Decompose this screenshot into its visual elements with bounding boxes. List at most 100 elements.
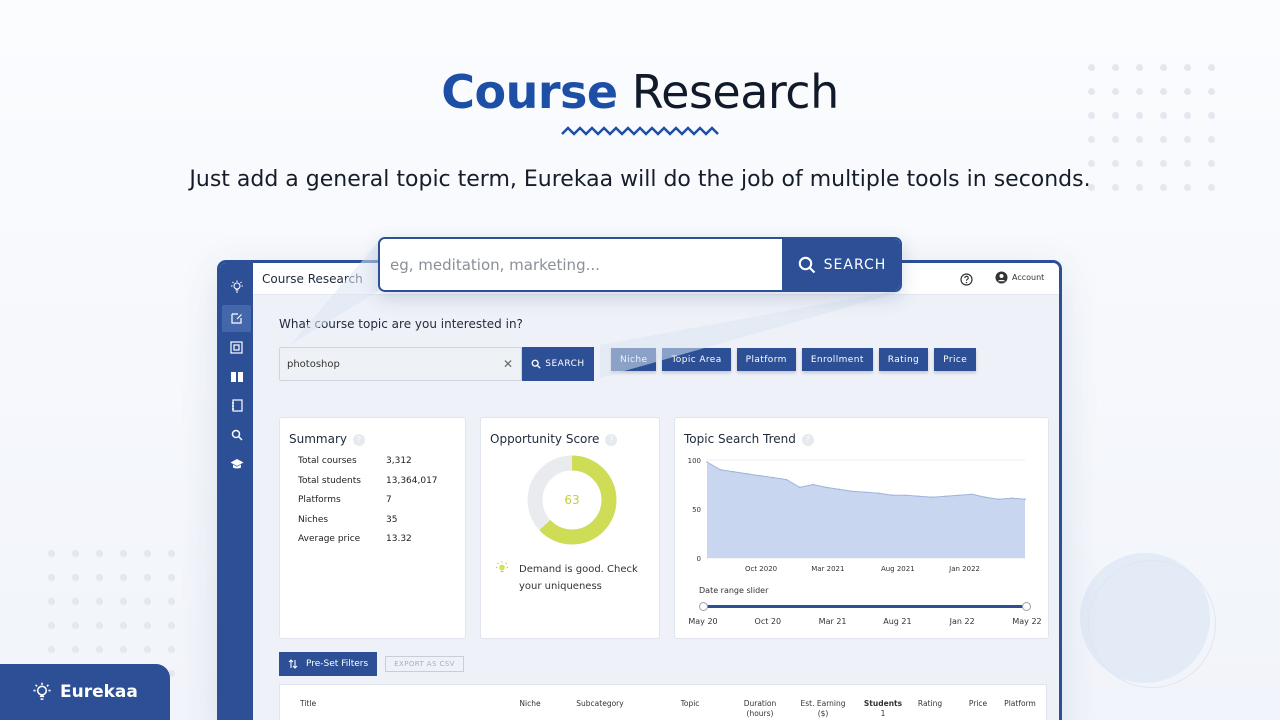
table-header-sublabel: 1	[880, 709, 886, 718]
table-header-sublabel: (hours)	[746, 709, 774, 718]
topic-search-input[interactable]: photoshop ✕	[279, 347, 522, 381]
trend-point	[878, 492, 881, 495]
help-icon[interactable]	[960, 271, 973, 290]
hero-title-rest: Research	[631, 65, 840, 119]
slider-tick-label: May 22	[1012, 617, 1042, 626]
filter-chip-price[interactable]: Price	[934, 348, 977, 371]
topic-search-value: photoshop	[287, 359, 340, 370]
filter-chip-platform[interactable]: Platform	[736, 348, 796, 371]
table-header[interactable]: Duration (hours)	[730, 699, 790, 719]
summary-value: 3,312	[386, 456, 412, 466]
slider-tick-label: Mar 21	[818, 617, 847, 626]
notebook-icon[interactable]	[222, 392, 251, 419]
filter-chip-topic-area[interactable]: Topic Area	[662, 348, 731, 371]
trend-point	[931, 496, 934, 498]
opportunity-card: Opportunity Score? 63 Demand is good. Ch…	[480, 417, 660, 639]
edit-icon[interactable]	[222, 305, 251, 332]
table-header-label: Subcategory	[576, 699, 624, 708]
y-tick-label: 100	[688, 457, 701, 465]
brand-badge: Eurekaa	[0, 664, 170, 720]
account-menu[interactable]: Account	[995, 271, 1044, 284]
x-tick-label: Jan 2022	[948, 565, 980, 573]
account-label: Account	[1012, 273, 1045, 282]
trend-area	[707, 462, 1025, 558]
book-open-icon[interactable]	[222, 363, 251, 390]
filter-chip-niche[interactable]: Niche	[611, 348, 657, 371]
opportunity-title: Opportunity Score?	[490, 432, 618, 446]
trend-point	[971, 493, 973, 496]
preset-filters-label: Pre-Set Filters	[306, 659, 369, 669]
trend-point	[865, 491, 867, 494]
squiggle-underline	[561, 126, 719, 136]
x-tick-label: Aug 2021	[881, 565, 915, 573]
slider-tick-label: May 20	[688, 617, 718, 626]
slider-tick-label: Oct 20	[754, 617, 782, 626]
hero-search-button[interactable]: SEARCH	[782, 239, 900, 290]
table-header[interactable]: Est. Earning ($)	[793, 699, 853, 719]
trend-point	[905, 494, 907, 497]
clear-icon[interactable]: ✕	[503, 357, 513, 371]
summary-label: Total students	[298, 475, 361, 486]
page-title: Course Research	[262, 272, 363, 286]
preset-filters-button[interactable]: Pre-Set Filters	[279, 652, 378, 676]
table-header-label: Est. Earning	[800, 699, 846, 708]
filter-chip-enrollment[interactable]: Enrollment	[801, 348, 873, 371]
help-icon[interactable]: ?	[353, 434, 365, 446]
table-header[interactable]: Subcategory	[570, 699, 630, 709]
results-table: Title Niche Subcategory Topic Duration (hours…	[279, 684, 1047, 720]
y-tick-label: 0	[697, 555, 701, 563]
image-icon[interactable]	[222, 334, 251, 361]
summary-value: 13.32	[386, 534, 412, 544]
brand-name: Eurekaa	[60, 682, 138, 702]
date-range-track[interactable]	[703, 605, 1027, 608]
opportunity-title-text: Opportunity Score	[490, 432, 600, 446]
trend-point	[706, 461, 708, 463]
topic-search-button[interactable]: SEARCH	[522, 347, 594, 381]
summary-value: 35	[386, 514, 398, 525]
table-header-label: Title	[300, 699, 317, 708]
x-tick-label: Oct 2020	[745, 565, 777, 573]
trend-point	[997, 498, 1000, 500]
sidebar	[220, 263, 253, 720]
trend-point	[785, 478, 788, 481]
filter-chips: Niche Topic Area Platform Enrollment Rating P…	[611, 348, 977, 371]
hero-search-button-label: SEARCH	[823, 256, 887, 273]
table-header[interactable]: Niche	[500, 699, 560, 709]
trend-title-text: Topic Search Trend	[684, 432, 796, 446]
summary-label: Niches	[298, 514, 329, 525]
trend-point	[918, 495, 920, 498]
trend-point	[772, 476, 775, 479]
slider-handle-end[interactable]	[1022, 602, 1031, 611]
table-header-label: Topic	[680, 699, 700, 708]
opportunity-donut: 63	[527, 455, 617, 545]
trend-point	[984, 496, 987, 498]
trend-point	[825, 486, 828, 489]
table-header-label: Duration	[743, 699, 777, 708]
slider-handle-start[interactable]	[699, 602, 708, 611]
help-icon[interactable]: ?	[801, 434, 814, 446]
hero-title-strong: Course	[441, 65, 618, 119]
slider-tick-label: Aug 21	[883, 617, 912, 626]
search-icon	[531, 359, 541, 369]
bulb-icon	[33, 682, 51, 700]
trend-point	[759, 474, 761, 477]
trend-point	[732, 471, 735, 473]
hero-search-input[interactable]	[380, 239, 782, 290]
hero-search-bar: SEARCH	[378, 237, 902, 292]
bulb-icon[interactable]	[222, 273, 251, 300]
filter-chip-rating[interactable]: Rating	[878, 348, 929, 371]
graduation-cap-icon[interactable]	[222, 450, 251, 477]
table-header[interactable]: Topic	[660, 699, 720, 709]
table-header[interactable]: Title	[300, 699, 350, 709]
sort-icon	[288, 659, 298, 669]
slider-tick-label: Jan 22	[949, 617, 975, 626]
trend-point	[746, 472, 748, 475]
export-csv-button[interactable]: EXPORT AS CSV	[385, 656, 464, 672]
table-header-label: Niche	[519, 699, 541, 708]
trend-point	[1011, 497, 1013, 499]
table-header[interactable]: Platform	[990, 699, 1050, 709]
help-icon[interactable]: ?	[605, 434, 618, 446]
tip-line-2: your uniqueness	[519, 581, 602, 592]
table-header-sublabel: ($)	[817, 709, 829, 718]
search-icon[interactable]	[222, 421, 251, 448]
